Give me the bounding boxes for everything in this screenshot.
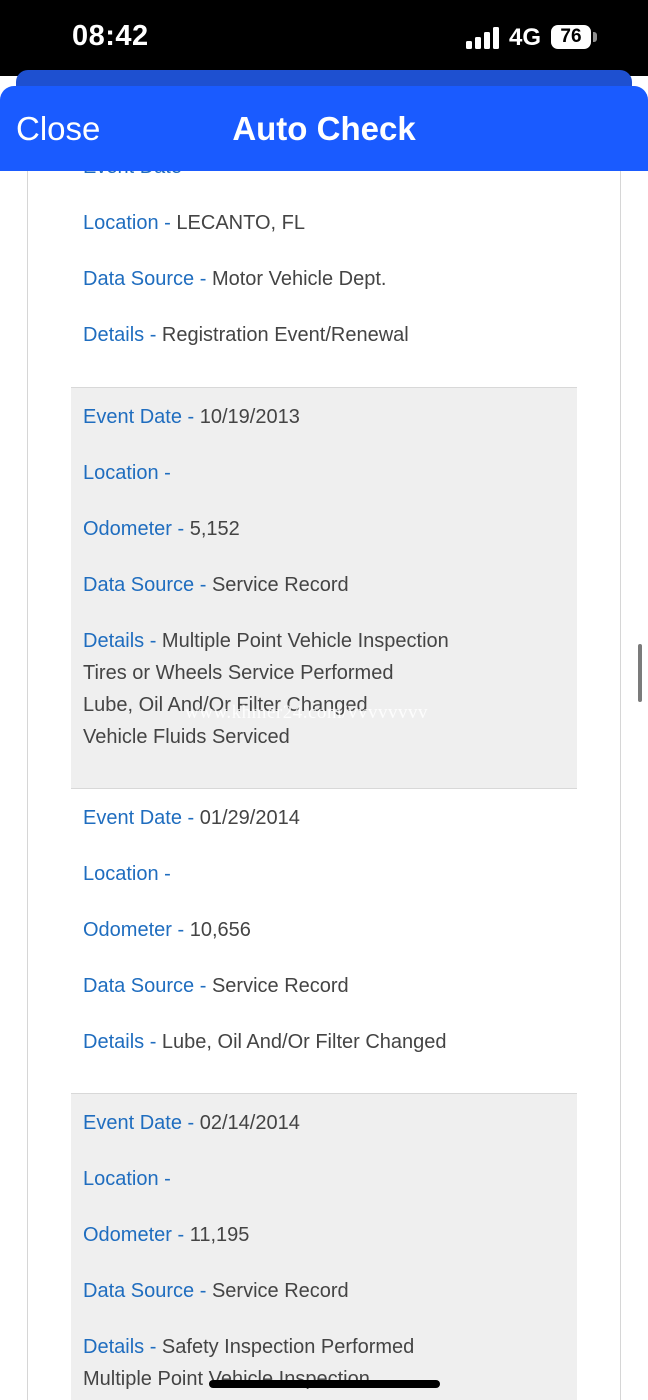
location-value: LECANTO, FL [176, 212, 305, 234]
odometer-label: Odometer - [83, 518, 185, 540]
status-bar: 08:42 4G 76 [0, 0, 648, 76]
details-value: Multiple Point Vehicle Inspection [161, 630, 449, 652]
odometer-row: Odometer - 5,152 [83, 513, 240, 545]
history-record: Event Date - 01/29/2014 Location - Odome… [71, 788, 577, 1094]
odometer-label: Odometer - [83, 1224, 185, 1246]
data-source-row: Data Source - Service Record [83, 1275, 349, 1307]
event-date-label: Event Date - [83, 807, 195, 829]
history-record: Event Date - Location - LECANTO, FL Data… [71, 171, 577, 387]
event-date-value: 10/19/2013 [199, 406, 300, 428]
details-value: Registration Event/Renewal [161, 324, 409, 346]
status-time: 08:42 [72, 20, 149, 52]
details-value: Lube, Oil And/Or Filter Changed [161, 1031, 447, 1053]
details-row: Details - Safety Inspection Performed [83, 1331, 414, 1363]
location-row: Location - [83, 457, 171, 489]
event-date-row: Event Date - [83, 171, 194, 183]
battery-tip [593, 32, 597, 42]
data-source-row: Data Source - Service Record [83, 970, 349, 1002]
details-label: Details - [83, 324, 157, 346]
location-row: Location - LECANTO, FL [83, 207, 305, 239]
modal-header: Close Auto Check [0, 86, 648, 171]
odometer-row: Odometer - 11,195 [83, 1219, 249, 1251]
details-row: Details - Multiple Point Vehicle Inspect… [83, 625, 449, 657]
event-date-label: Event Date - [83, 171, 194, 178]
data-source-value: Motor Vehicle Dept. [211, 268, 387, 290]
location-row: Location - [83, 1163, 171, 1195]
location-label: Location - [83, 212, 171, 234]
data-source-label: Data Source - [83, 574, 207, 596]
details-line: Multiple Point Vehicle Inspection [83, 1368, 370, 1390]
location-label: Location - [83, 1168, 171, 1190]
page-title: Auto Check [232, 110, 416, 147]
home-indicator[interactable] [209, 1380, 440, 1388]
network-type: 4G [509, 24, 542, 51]
data-source-label: Data Source - [83, 975, 207, 997]
event-date-label: Event Date - [83, 406, 195, 428]
data-source-row: Data Source - Motor Vehicle Dept. [83, 263, 386, 295]
event-date-row: Event Date - 02/14/2014 [83, 1107, 300, 1139]
history-list[interactable]: Event Date - Location - LECANTO, FL Data… [0, 171, 648, 1400]
odometer-label: Odometer - [83, 919, 185, 941]
details-line: Vehicle Fluids Serviced [83, 726, 290, 748]
odometer-row: Odometer - 10,656 [83, 914, 251, 946]
details-row: Details - Lube, Oil And/Or Filter Change… [83, 1026, 447, 1058]
history-record: Event Date - 10/19/2013 Location - Odome… [71, 387, 577, 789]
details-label: Details - [83, 1031, 157, 1053]
event-date-value: 01/29/2014 [199, 807, 300, 829]
details-line: Tires or Wheels Service Performed [83, 662, 394, 684]
scrollbar[interactable] [638, 644, 642, 702]
event-date-value: 02/14/2014 [199, 1112, 300, 1134]
history-record: Event Date - 02/14/2014 Location - Odome… [71, 1093, 577, 1400]
data-source-value: Service Record [211, 1280, 349, 1302]
odometer-value: 11,195 [189, 1224, 250, 1246]
event-date-label: Event Date - [83, 1112, 195, 1134]
odometer-value: 5,152 [189, 518, 240, 540]
data-source-value: Service Record [211, 574, 349, 596]
details-label: Details - [83, 1336, 157, 1358]
data-source-row: Data Source - Service Record [83, 569, 349, 601]
battery-icon: 76 [551, 25, 591, 49]
location-label: Location - [83, 462, 171, 484]
location-label: Location - [83, 863, 171, 885]
details-label: Details - [83, 630, 157, 652]
event-date-row: Event Date - 01/29/2014 [83, 802, 300, 834]
details-value: Safety Inspection Performed [161, 1336, 415, 1358]
data-source-label: Data Source - [83, 1280, 207, 1302]
odometer-value: 10,656 [189, 919, 251, 941]
details-row: Details - Registration Event/Renewal [83, 319, 409, 351]
event-date-row: Event Date - 10/19/2013 [83, 401, 300, 433]
location-row: Location - [83, 858, 171, 890]
cellular-signal-icon [466, 27, 499, 49]
data-source-label: Data Source - [83, 268, 207, 290]
watermark-text: www.khmer24.com/vvvvvvvv [185, 702, 428, 723]
data-source-value: Service Record [211, 975, 349, 997]
